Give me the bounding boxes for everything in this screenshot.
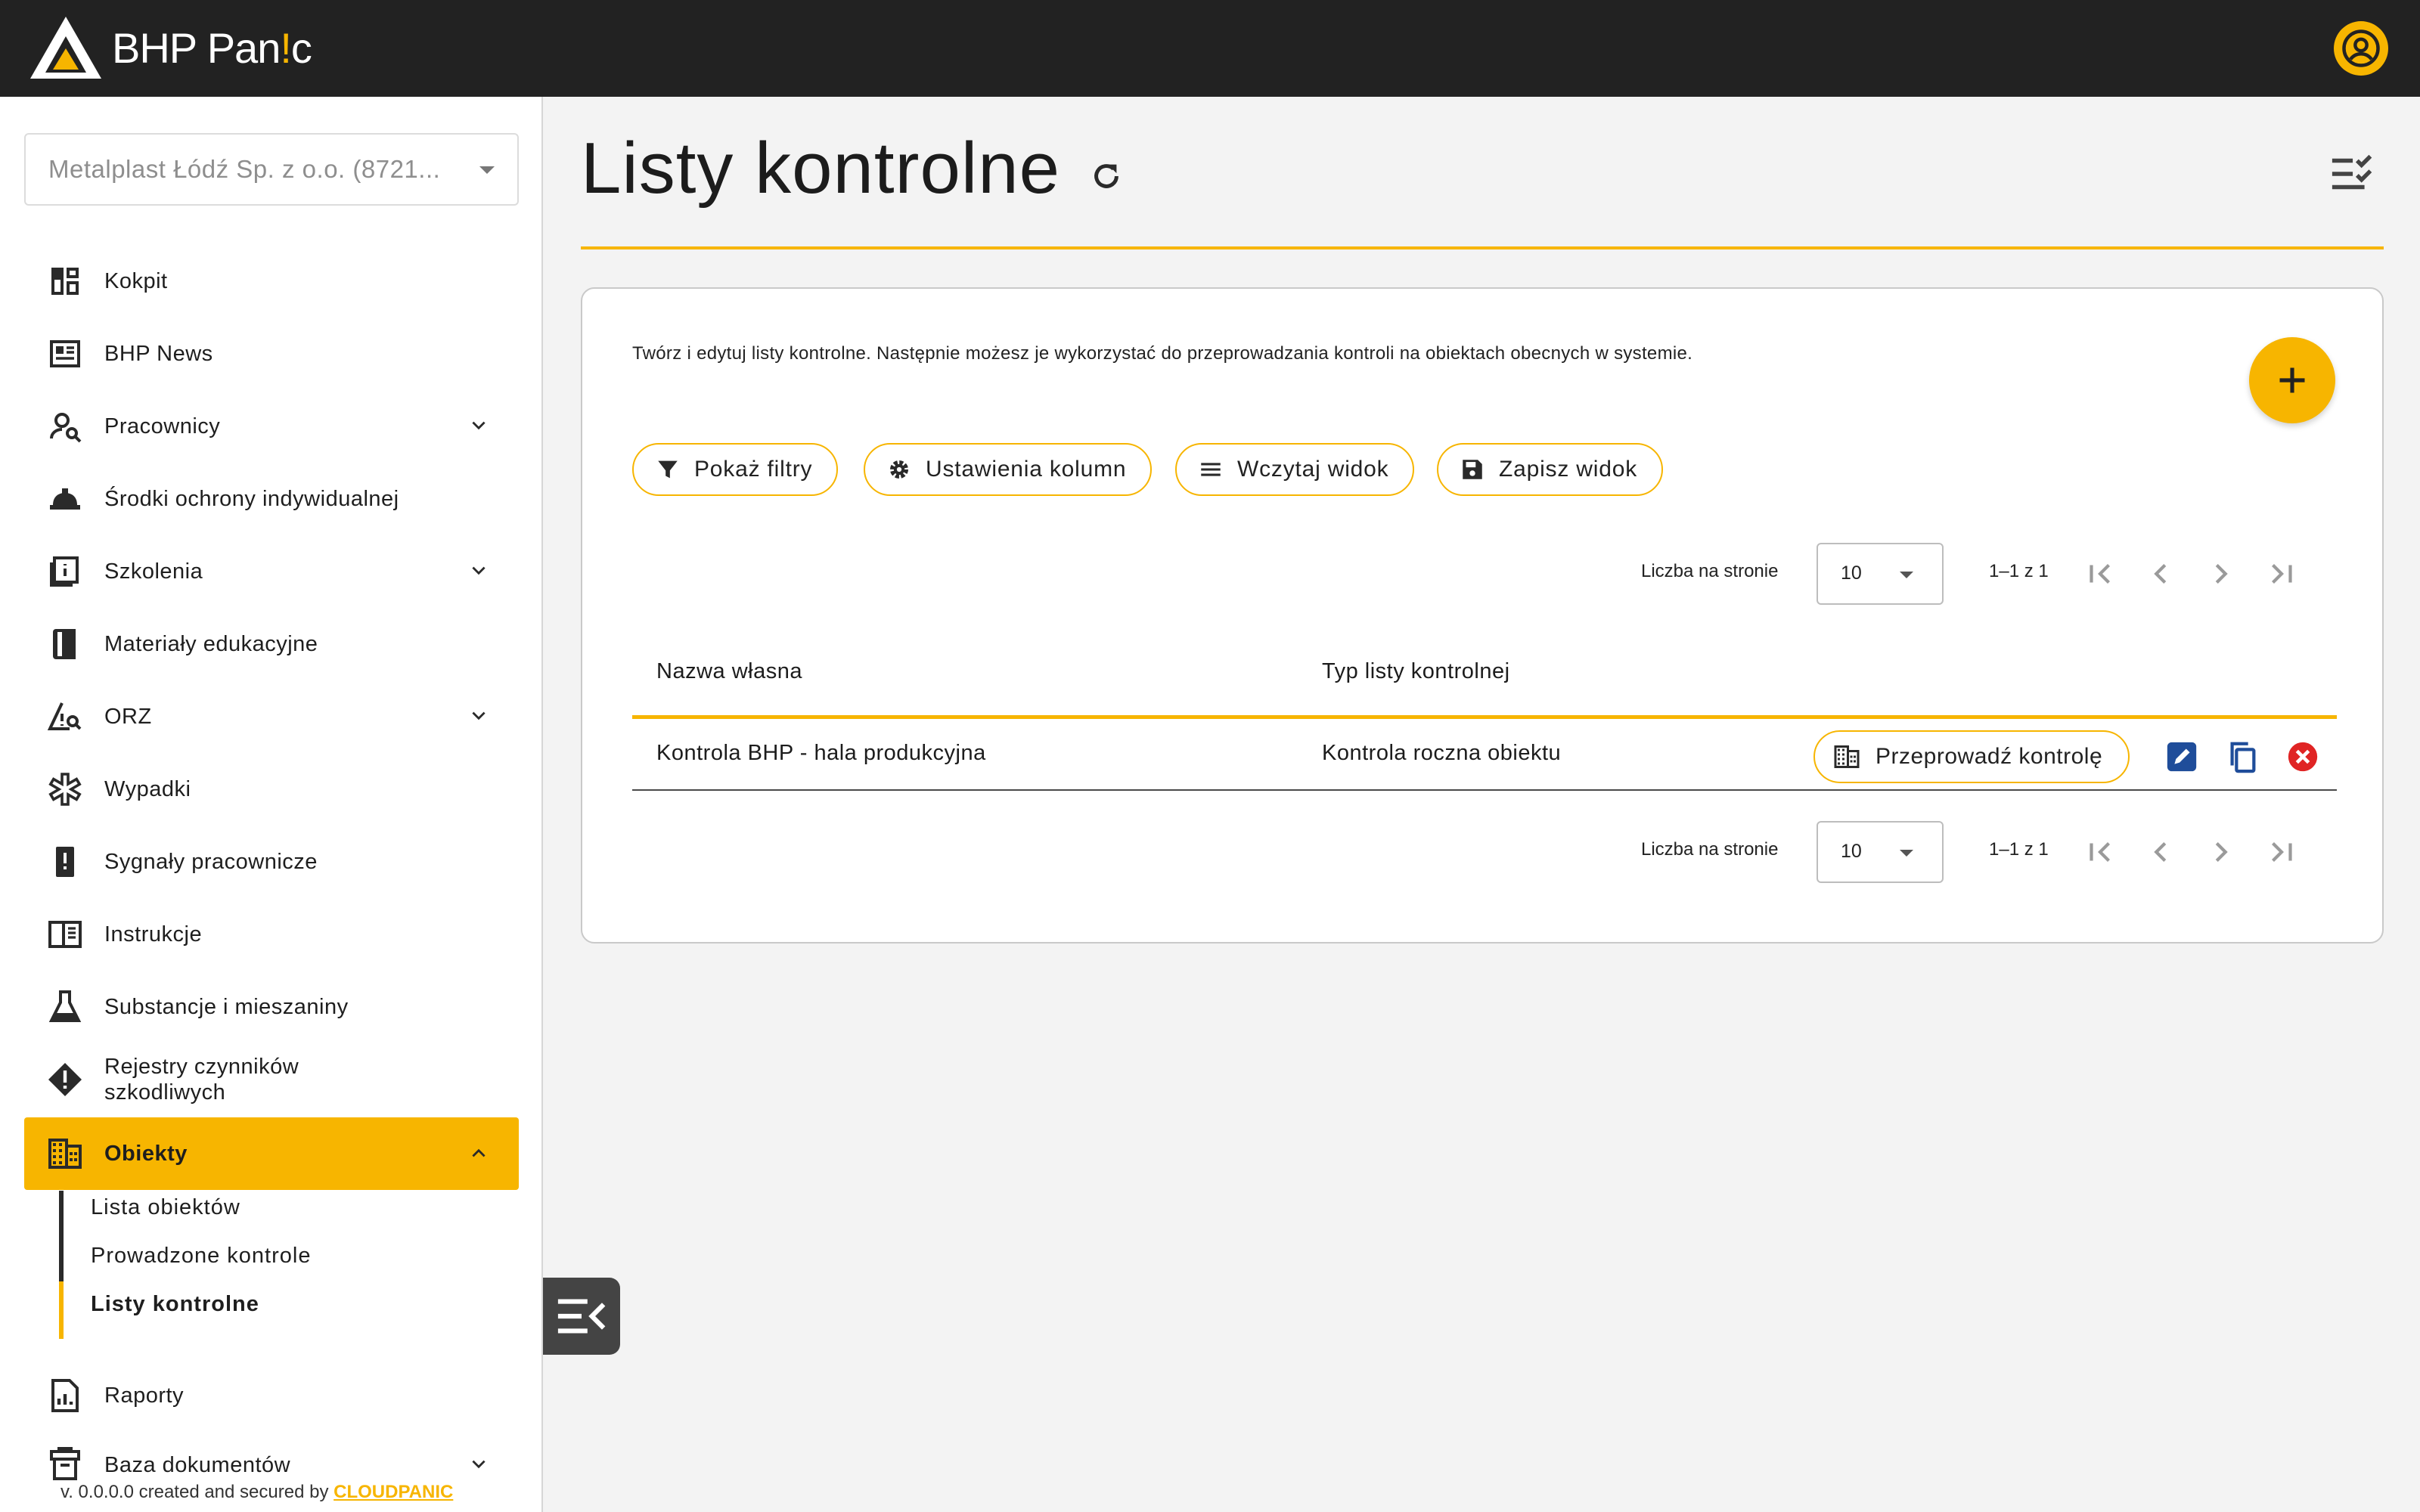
- chevron-up-icon[interactable]: [469, 1143, 489, 1163]
- app-logo[interactable]: BHP Pan!c: [29, 15, 312, 80]
- chevron-down-icon[interactable]: [469, 1455, 489, 1474]
- filter-icon: [658, 460, 678, 479]
- obiekty-submenu: Lista obiektów Prowadzone kontrole Listy…: [59, 1191, 519, 1339]
- sidebar-item-sygnaly[interactable]: Sygnały pracownicze: [24, 826, 519, 898]
- active-indicator: [59, 1281, 64, 1339]
- cloudpanic-link[interactable]: CLOUDPANIC: [334, 1482, 453, 1502]
- book-icon: [45, 624, 85, 664]
- sidebar-item-kokpit[interactable]: Kokpit: [24, 245, 519, 318]
- company-select-value: Metalplast Łódź Sp. z o.o. (8721...: [48, 155, 441, 183]
- sidebar-item-orz[interactable]: ORZ: [24, 680, 519, 753]
- version-footer: v. 0.0.0.0 created and secured by CLOUDP…: [60, 1482, 454, 1502]
- account-circle-icon: [2342, 29, 2380, 67]
- top-bar: BHP Pan!c: [0, 0, 2420, 97]
- sidebar-item-raporty[interactable]: Raporty: [24, 1359, 519, 1432]
- building-icon: [1834, 745, 1860, 768]
- sidebar-item-bhp-news[interactable]: BHP News: [24, 318, 519, 390]
- table-cell-name: Kontrola BHP - hala produkcyjna: [656, 741, 986, 765]
- sidebar-item-pracownicy[interactable]: Pracownicy: [24, 390, 519, 463]
- risk-warning-icon: [45, 697, 85, 736]
- chevron-down-icon[interactable]: [469, 561, 489, 581]
- pagination-top: Liczba na stronie 10 1–1 z 1: [1641, 543, 2322, 605]
- next-page-icon[interactable]: [2204, 556, 2238, 591]
- dashboard-icon: [45, 262, 85, 301]
- pagination-bottom: Liczba na stronie 10 1–1 z 1: [1641, 821, 2322, 883]
- edit-icon[interactable]: [2164, 739, 2199, 774]
- chevron-down-icon[interactable]: [469, 706, 489, 726]
- copy-icon[interactable]: [2225, 739, 2260, 774]
- hazard-icon: [45, 1060, 85, 1099]
- list-icon: [1201, 463, 1221, 476]
- medical-star-icon: [45, 770, 85, 809]
- title-divider: [581, 246, 2384, 249]
- signal-icon: [45, 842, 85, 881]
- sidebar-item-rejestry[interactable]: Rejestry czynników szkodliwych: [24, 1043, 519, 1116]
- gear-icon: [889, 460, 909, 479]
- page-title: Listy kontrolne: [581, 128, 1060, 209]
- sidebar: Metalplast Łódź Sp. z o.o. (8721... Kokp…: [0, 97, 543, 1512]
- caret-down-icon: [1900, 850, 1913, 857]
- company-select[interactable]: Metalplast Łódź Sp. z o.o. (8721...: [24, 133, 519, 206]
- flask-icon: [45, 987, 85, 1027]
- save-view-button[interactable]: Zapisz widok: [1437, 443, 1663, 496]
- rows-per-page-select[interactable]: 10: [1817, 821, 1944, 883]
- sidebar-item-szkolenia[interactable]: Szkolenia: [24, 535, 519, 608]
- rows-per-page-select[interactable]: 10: [1817, 543, 1944, 605]
- table-cell-type: Kontrola roczna obiektu: [1322, 741, 1562, 765]
- previous-page-icon[interactable]: [2143, 835, 2178, 869]
- sidebar-item-srodki-ochrony[interactable]: Środki ochrony indywidualnej: [24, 463, 519, 535]
- card-description: Twórz i edytuj listy kontrolne. Następni…: [632, 343, 1693, 364]
- first-page-icon[interactable]: [2083, 835, 2118, 869]
- archive-icon: [45, 1445, 85, 1485]
- chevron-down-icon[interactable]: [469, 416, 489, 435]
- sidebar-item-wypadki[interactable]: Wypadki: [24, 753, 519, 826]
- sidebar-item-obiekty[interactable]: Obiekty: [24, 1117, 519, 1190]
- refresh-icon[interactable]: [1089, 159, 1124, 194]
- previous-page-icon[interactable]: [2143, 556, 2178, 591]
- brand-name: BHP Pan!c: [112, 23, 312, 72]
- menu-collapse-icon: [557, 1299, 606, 1334]
- last-page-icon[interactable]: [2264, 556, 2299, 591]
- delete-icon[interactable]: [2285, 739, 2320, 774]
- save-icon: [1463, 460, 1482, 479]
- caret-down-icon: [479, 166, 495, 174]
- load-view-button[interactable]: Wczytaj widok: [1175, 443, 1415, 496]
- table-header-divider: [632, 715, 2337, 719]
- report-icon: [45, 1376, 85, 1415]
- show-filters-button[interactable]: Pokaż filtry: [632, 443, 839, 496]
- add-checklist-button[interactable]: [2249, 337, 2335, 423]
- checklist-icon[interactable]: [2329, 153, 2379, 195]
- instructions-icon: [45, 915, 85, 954]
- newspaper-icon: [45, 334, 85, 373]
- collapse-sidebar-button[interactable]: [543, 1278, 620, 1355]
- user-account-button[interactable]: [2334, 21, 2388, 76]
- column-header-type[interactable]: Typ listy kontrolnej: [1322, 659, 1510, 684]
- sidebar-item-instrukcje[interactable]: Instrukcje: [24, 898, 519, 971]
- page-range: 1–1 z 1: [1989, 561, 2049, 581]
- building-icon: [45, 1134, 85, 1173]
- column-settings-button[interactable]: Ustawienia kolumn: [864, 443, 1153, 496]
- sidebar-item-materialy[interactable]: Materiały edukacyjne: [24, 608, 519, 680]
- run-inspection-button[interactable]: Przeprowadź kontrolę: [1813, 730, 2130, 783]
- last-page-icon[interactable]: [2264, 835, 2299, 869]
- plus-icon: [2279, 367, 2305, 393]
- sidebar-subitem-listy-kontrolne[interactable]: Listy kontrolne: [91, 1292, 259, 1317]
- caret-down-icon: [1900, 572, 1913, 578]
- table-row-divider: [632, 789, 2337, 791]
- column-header-name[interactable]: Nazwa własna: [656, 659, 802, 684]
- hard-hat-icon: [45, 479, 85, 519]
- next-page-icon[interactable]: [2204, 835, 2238, 869]
- page-range: 1–1 z 1: [1989, 839, 2049, 860]
- sidebar-item-substancje[interactable]: Substancje i mieszaniny: [24, 971, 519, 1043]
- sidebar-subitem-lista-obiektow[interactable]: Lista obiektów: [91, 1195, 240, 1220]
- person-search-icon: [45, 407, 85, 446]
- sidebar-subitem-prowadzone-kontrole[interactable]: Prowadzone kontrole: [91, 1244, 311, 1269]
- training-book-icon: [45, 552, 85, 591]
- checklists-card: Twórz i edytuj listy kontrolne. Następni…: [581, 287, 2384, 943]
- first-page-icon[interactable]: [2083, 556, 2118, 591]
- logo-triangle-icon: [30, 17, 101, 79]
